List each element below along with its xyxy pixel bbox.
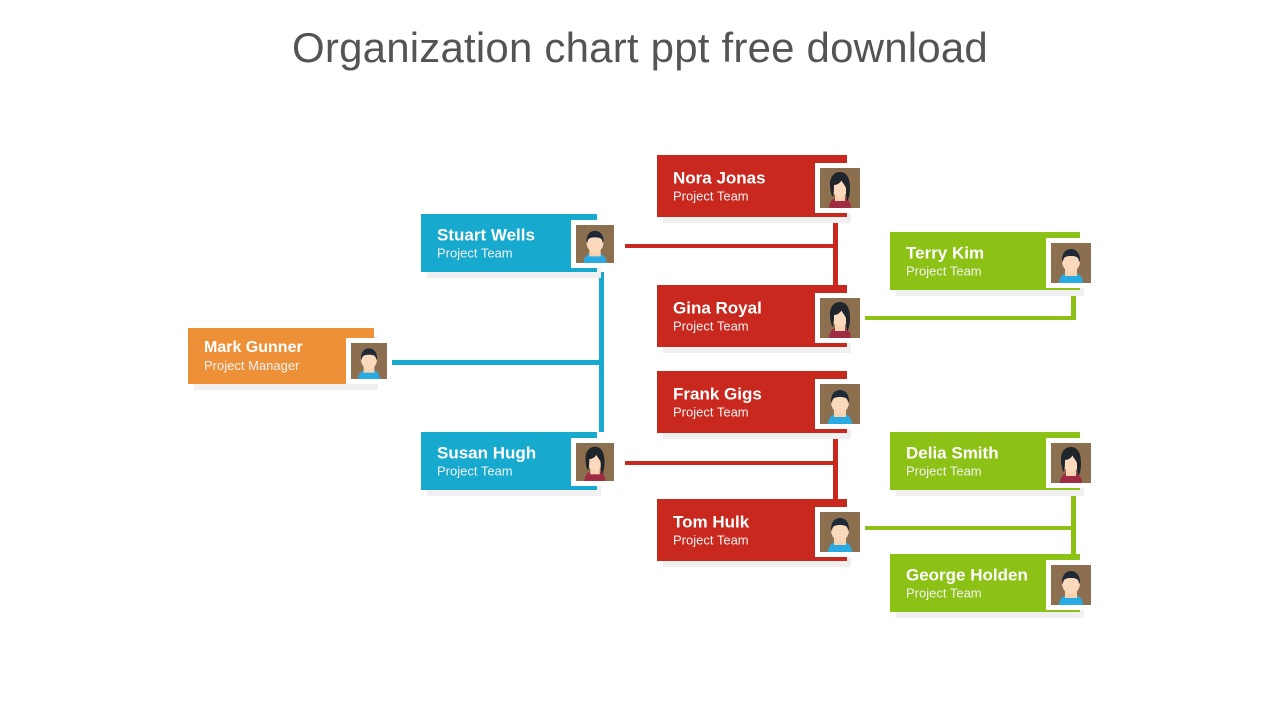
avatar-frame [346,338,392,384]
node-name: Stuart Wells [437,225,535,245]
node-role: Project Team [673,188,749,204]
org-node-mark-gunner[interactable]: Mark Gunner Project Manager [188,328,392,390]
avatar-frame [815,379,865,429]
male-avatar-icon [820,512,860,552]
node-role: Project Team [437,245,513,261]
connector-red-vertical-trunk-upper [833,217,838,285]
org-node-stuart-wells[interactable]: Stuart Wells Project Team [421,214,619,278]
node-text: Terry Kim Project Team [906,243,984,278]
connector-gina-to-green-trunk [859,316,1075,320]
node-text: Mark Gunner Project Manager [204,339,303,373]
node-name: Susan Hugh [437,443,537,463]
org-node-gina-royal[interactable]: Gina Royal Project Team [657,285,865,353]
male-avatar-icon [576,225,614,263]
avatar-frame [1046,238,1096,288]
node-name: Nora Jonas [673,168,766,188]
connector-blue-vertical-trunk [599,272,604,432]
male-avatar-icon [820,384,860,424]
female-avatar-icon [820,298,860,338]
avatar-frame [815,293,865,343]
node-role: Project Team [673,404,749,420]
male-avatar-icon [351,343,387,379]
node-role: Project Team [906,463,982,479]
connector-tom-to-green-trunk [859,526,1075,530]
connector-stuart-to-red-trunk [625,244,837,248]
node-role: Project Team [906,263,982,279]
org-node-frank-gigs[interactable]: Frank Gigs Project Team [657,371,865,439]
avatar-frame [815,507,865,557]
org-node-terry-kim[interactable]: Terry Kim Project Team [890,232,1096,296]
connector-green-vertical-trunk-lower [1071,490,1076,554]
node-name: Gina Royal [673,298,762,318]
female-avatar-icon [576,443,614,481]
node-name: Mark Gunner [204,338,303,356]
connector-root-to-blue-trunk [390,360,604,365]
node-name: Frank Gigs [673,384,762,404]
node-text: Nora Jonas Project Team [673,168,766,203]
node-text: Susan Hugh Project Team [437,443,536,478]
node-role: Project Team [437,463,513,479]
node-text: George Holden Project Team [906,565,1028,600]
node-name: George Holden [906,565,1028,585]
avatar-frame [571,438,619,486]
node-role: Project Team [906,585,982,601]
female-avatar-icon [820,168,860,208]
node-role: Project Team [673,532,749,548]
female-avatar-icon [1051,443,1091,483]
avatar-frame [815,163,865,213]
org-node-susan-hugh[interactable]: Susan Hugh Project Team [421,432,619,496]
node-name: Tom Hulk [673,512,750,532]
node-text: Gina Royal Project Team [673,298,762,333]
node-text: Frank Gigs Project Team [673,384,762,419]
node-role: Project Team [673,318,749,334]
org-node-delia-smith[interactable]: Delia Smith Project Team [890,432,1096,496]
node-text: Stuart Wells Project Team [437,225,535,260]
node-text: Tom Hulk Project Team [673,512,749,547]
node-name: Terry Kim [906,243,985,263]
avatar-frame [1046,438,1096,488]
org-node-nora-jonas[interactable]: Nora Jonas Project Team [657,155,865,223]
node-text: Delia Smith Project Team [906,443,999,478]
avatar-frame [571,220,619,268]
page-title: Organization chart ppt free download [292,24,988,71]
org-node-tom-hulk[interactable]: Tom Hulk Project Team [657,499,865,567]
node-name: Delia Smith [906,443,999,463]
org-node-george-holden[interactable]: George Holden Project Team [890,554,1096,618]
organization-chart-slide: Organization chart ppt free download Mar… [0,0,1280,720]
node-role: Project Manager [204,357,300,373]
avatar-frame [1046,560,1096,610]
male-avatar-icon [1051,565,1091,605]
connector-susan-to-red-trunk [625,461,837,465]
male-avatar-icon [1051,243,1091,283]
connector-red-vertical-trunk-lower [833,433,838,499]
